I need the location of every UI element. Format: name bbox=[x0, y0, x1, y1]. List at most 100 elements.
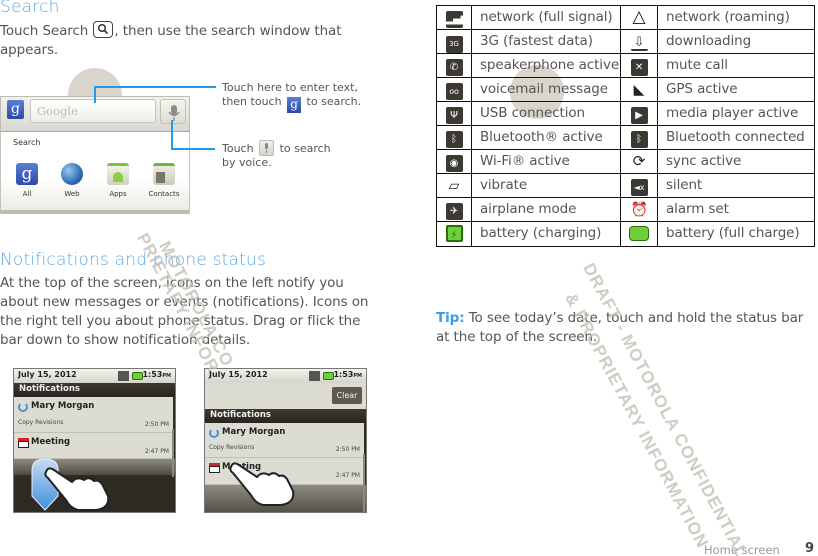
tip-label: Tip: bbox=[436, 310, 465, 326]
notification-subtitle: Copy Revisions bbox=[18, 419, 64, 426]
status-icon-label: battery (full charge) bbox=[657, 221, 815, 247]
calendar-icon bbox=[18, 438, 29, 448]
notification-time: 2:47 PM bbox=[335, 472, 360, 479]
status-icon-label: vibrate bbox=[471, 173, 621, 198]
status-icon-cell bbox=[620, 221, 658, 247]
callout-text: Touch bbox=[222, 142, 258, 155]
status-time: 1:53PM bbox=[142, 370, 171, 379]
search-heading: Search bbox=[0, 0, 60, 17]
vibrate-icon: ▱ bbox=[448, 178, 460, 194]
callout-enter-text: Touch here to enter text, then touch g t… bbox=[222, 81, 372, 113]
status-icon-row: ▱ vibrate ◄x silent bbox=[436, 173, 815, 198]
status-icon-row: oo voicemail message ◣ GPS active bbox=[436, 77, 815, 102]
3g-icon: 3G bbox=[445, 36, 463, 53]
roaming-icon: △ bbox=[632, 7, 646, 27]
status-icon-label: silent bbox=[657, 173, 815, 198]
notification-time: 2:47 PM bbox=[144, 448, 169, 455]
time-value: 1:53 bbox=[142, 370, 163, 379]
notification-title: Mary Morgan bbox=[31, 401, 95, 411]
search-input[interactable]: Google bbox=[30, 99, 156, 123]
notification-time: 2:50 PM bbox=[144, 421, 169, 428]
status-icon-label: Bluetooth connected bbox=[657, 125, 815, 150]
status-icon-label: voicemail message bbox=[471, 77, 621, 102]
search-description-text: Touch Search bbox=[0, 23, 93, 39]
clear-button[interactable]: Clear bbox=[332, 387, 362, 404]
search-source-all[interactable]: g All bbox=[7, 163, 47, 198]
callout-voice-search: Touch to search by voice. bbox=[222, 140, 372, 170]
status-icon-row: ✈ airplane mode ⏰ alarm set bbox=[436, 197, 815, 222]
bluetooth-icon: ᛒ bbox=[445, 131, 463, 148]
download-icon: ⇩ bbox=[630, 34, 648, 51]
callout-voice-line2: by voice. bbox=[222, 156, 272, 169]
search-source-label: Contacts bbox=[148, 190, 180, 198]
notification-title: Meeting bbox=[31, 437, 71, 447]
battery-full-icon bbox=[629, 226, 649, 241]
status-bar[interactable]: July 15, 2012 1:53PM bbox=[205, 369, 366, 383]
battery-icon bbox=[323, 372, 334, 380]
search-sources-panel: Search g All Web Apps Contacts bbox=[0, 132, 190, 214]
status-bar[interactable]: July 15, 2012 1:53PM bbox=[14, 369, 175, 383]
airplane-icon: ✈ bbox=[445, 203, 463, 220]
status-icon-cell: ⇩ bbox=[620, 29, 658, 54]
google-icon: g bbox=[16, 163, 38, 185]
status-icon-row: 3G 3G (fastest data) ⇩ downloading bbox=[436, 29, 815, 54]
status-date: July 15, 2012 bbox=[209, 370, 268, 379]
search-source-apps[interactable]: Apps bbox=[98, 163, 138, 198]
watermark-confidential: DRAFT - MOTOROLA CONFIDENTIAL bbox=[579, 260, 752, 556]
status-icon-cell: ▱ bbox=[436, 173, 472, 198]
market-icon bbox=[107, 163, 129, 185]
status-icon-row: ᛒ Bluetooth® active ᛒ Bluetooth connected bbox=[436, 125, 815, 150]
status-icon-label: 3G (fastest data) bbox=[471, 29, 621, 54]
speakerphone-icon: ✆ bbox=[445, 59, 463, 76]
battery-icon bbox=[132, 372, 143, 380]
tip-body: To see today’s date, touch and hold the … bbox=[436, 310, 804, 345]
search-key-icon bbox=[93, 21, 114, 38]
status-icon-label: mute call bbox=[657, 53, 815, 78]
search-source-contacts[interactable]: Contacts bbox=[144, 163, 184, 198]
notification-title: Mary Morgan bbox=[222, 427, 286, 437]
callout-line-voice bbox=[171, 120, 173, 150]
status-icon-cell: ✈ bbox=[436, 197, 472, 222]
notification-item[interactable]: Meeting 2:47 PM bbox=[14, 433, 173, 459]
signal-icon bbox=[118, 371, 129, 381]
search-description: Touch Search , then use the search windo… bbox=[0, 21, 370, 60]
search-source-label: Apps bbox=[109, 190, 127, 198]
status-icon-row: ◉ Wi-Fi® active ⟳ sync active bbox=[436, 149, 815, 174]
status-icon-cell: ᛒ bbox=[620, 125, 658, 150]
callout-line1: Touch here to enter text, bbox=[222, 81, 358, 94]
google-search-button[interactable]: g bbox=[7, 100, 24, 119]
media-play-icon: ▶ bbox=[630, 107, 648, 124]
status-icon-label: airplane mode bbox=[471, 197, 621, 222]
sync-icon: ⟳ bbox=[632, 152, 646, 170]
alarm-icon: ⏰ bbox=[630, 202, 648, 218]
status-time: 1:53PM bbox=[333, 370, 362, 379]
status-icon-label: network (roaming) bbox=[657, 5, 815, 30]
status-icon-cell: ✕ bbox=[620, 53, 658, 78]
status-icon-label: network (full signal) bbox=[471, 5, 621, 30]
scrollbar[interactable] bbox=[172, 429, 174, 477]
status-icon-label: GPS active bbox=[657, 77, 815, 102]
notification-item[interactable]: Mary Morgan Copy Revisions 2:50 PM bbox=[205, 423, 364, 458]
status-icon-cell: ⚡ bbox=[436, 221, 472, 247]
status-icon-cell: ⟳ bbox=[620, 149, 658, 174]
status-date: July 15, 2012 bbox=[18, 370, 77, 379]
contacts-icon bbox=[153, 163, 175, 185]
status-icon-cell: ◉ bbox=[436, 149, 472, 174]
scrollbar[interactable] bbox=[363, 454, 365, 512]
status-icon-row: Ψ USB connection ▶ media player active bbox=[436, 101, 815, 126]
voice-search-button[interactable] bbox=[160, 99, 186, 124]
hand-pointer-icon bbox=[44, 467, 110, 511]
usb-icon: Ψ bbox=[445, 107, 463, 124]
search-source-web[interactable]: Web bbox=[52, 163, 92, 198]
signal-full-icon: ▂▄▆ bbox=[445, 11, 468, 28]
callout-line-text bbox=[94, 86, 216, 88]
silent-icon: ◄x bbox=[630, 179, 648, 196]
time-ampm: PM bbox=[353, 373, 362, 379]
status-icon-cell: ▶ bbox=[620, 101, 658, 126]
notifications-heading: Notifications and phone status bbox=[0, 250, 267, 270]
search-sources-label: Search bbox=[13, 138, 41, 147]
clear-bar: Clear bbox=[205, 383, 366, 409]
status-icon-label: Wi-Fi® active bbox=[471, 149, 621, 174]
status-icon-label: alarm set bbox=[657, 197, 815, 222]
notification-item[interactable]: Mary Morgan Copy Revisions 2:50 PM bbox=[14, 397, 173, 433]
